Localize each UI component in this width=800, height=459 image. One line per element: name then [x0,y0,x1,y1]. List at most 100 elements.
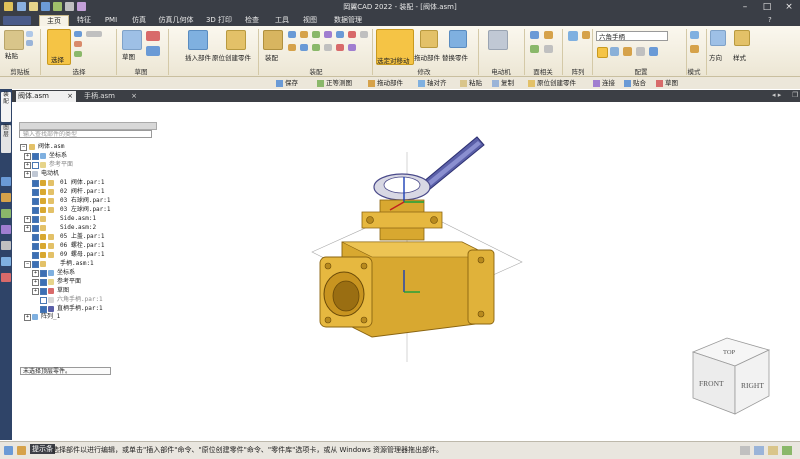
visibility-checkbox[interactable] [32,225,39,232]
help-icon[interactable]: ? [768,16,772,24]
face-offset-icon[interactable] [530,45,539,53]
bolt[interactable] [477,256,485,264]
visibility-checkbox[interactable] [40,306,47,313]
maximize-icon[interactable]: □ [756,0,778,14]
visibility-checkbox[interactable] [32,234,39,241]
tree-item[interactable]: + Side.asm:2 [24,224,154,232]
tree-item[interactable]: + Side.asm:1 [24,215,154,223]
rigid-set-icon[interactable] [336,44,344,51]
tree-item[interactable]: + 参考平面 [24,161,154,169]
tab-data-management[interactable]: 数据管理 [330,15,366,26]
view-cube[interactable]: TOP FRONT RIGHT [685,330,781,422]
connect-icon[interactable] [324,31,332,38]
tree-item[interactable]: 09 螺母.par:1 [32,251,154,259]
expand-icon[interactable]: + [24,225,31,232]
tangent-icon[interactable] [288,44,296,51]
bolt[interactable] [360,316,368,324]
mate-icon[interactable] [288,31,296,38]
cmd-paste[interactable]: 粘贴 [460,78,482,88]
cam-icon[interactable] [300,44,308,51]
face-move-icon[interactable] [544,31,553,39]
gear-icon[interactable] [312,44,320,51]
expand-icon[interactable]: + [24,314,31,321]
select-filter-icon[interactable] [74,31,82,37]
direction-button[interactable] [710,30,726,46]
style-button[interactable] [734,30,750,46]
sketch-button[interactable] [122,30,142,50]
tree-item[interactable]: 03 右球阀.par:1 [32,197,154,205]
tree-item[interactable]: + 坐标系 [24,152,154,160]
tab-features[interactable]: 特征 [73,15,95,26]
side-tab-properties-icon[interactable] [1,193,11,202]
config-show-all-icon[interactable] [623,47,632,56]
tree-item[interactable]: + 电动机 [24,170,154,178]
drag-component-button[interactable] [420,30,438,48]
bolt[interactable] [324,262,332,270]
insert-component-button[interactable] [188,30,208,50]
config-save-icon[interactable] [610,47,619,56]
pattern-icon[interactable] [568,31,578,41]
collapse-icon[interactable]: − [20,144,27,151]
close-icon[interactable]: × [131,91,137,102]
config-display-icon[interactable] [597,47,608,58]
path-icon[interactable] [324,44,332,51]
visibility-checkbox[interactable] [40,288,47,295]
expand-icon[interactable]: + [32,279,39,286]
tab-simulation-geometry[interactable]: 仿真几何体 [155,15,197,26]
doc-tab-handle[interactable]: 手柄.asm × [82,91,140,102]
assemble-button[interactable] [263,30,283,50]
mode-sync-icon[interactable] [690,45,699,53]
ground-icon[interactable] [348,44,356,51]
visibility-checkbox[interactable] [32,198,39,205]
cmd-mate[interactable]: 贴合 [624,78,646,88]
fit-view-icon[interactable] [754,446,764,455]
cmd-save[interactable]: 保存 [276,78,298,88]
expand-icon[interactable]: + [24,216,31,223]
mirror-icon[interactable] [582,31,590,39]
angle-icon[interactable] [336,31,344,38]
expand-icon[interactable]: + [24,171,31,178]
visibility-checkbox[interactable] [32,180,39,187]
side-tab-components-icon[interactable] [1,257,11,266]
face-rotate-icon[interactable] [544,45,553,53]
bolt[interactable] [366,216,374,224]
bolt[interactable] [477,310,485,318]
config-dropdown[interactable]: 六角手柄 [596,31,668,41]
side-tab-layers[interactable]: 图层 [1,125,11,153]
side-tab-sensors-icon[interactable] [1,241,11,250]
tab-simulation[interactable]: 仿真 [128,15,150,26]
tree-root[interactable]: − 阀体.asm [20,143,154,151]
visibility-checkbox[interactable] [32,162,39,169]
component-search-input[interactable]: 输入查找部件的类型 [19,130,152,138]
visibility-checkbox[interactable] [32,243,39,250]
tree-item[interactable]: − 手柄.asm:1 [24,260,154,268]
side-tab-library-icon[interactable] [1,177,11,186]
visibility-checkbox[interactable] [32,252,39,259]
side-tab-family-icon[interactable] [1,273,11,282]
tab-tools[interactable]: 工具 [272,15,292,26]
close-icon[interactable]: × [778,0,800,14]
copy-icon[interactable] [26,40,33,46]
tree-item[interactable]: + 草图 [32,287,154,295]
tree-item[interactable]: + 参考平面 [32,278,154,286]
side-tab-relations-icon[interactable] [1,209,11,218]
tree-item[interactable]: 直柄手柄.par:1 [40,305,154,313]
tab-scroll-icon[interactable]: ◂ ▸ [772,91,781,99]
bolt[interactable] [430,216,438,224]
cmd-inplace-create[interactable]: 原位创建零件 [528,78,576,88]
cmd-axial-align[interactable]: 轴对齐 [418,78,447,88]
visibility-checkbox[interactable] [32,207,39,214]
rectangle-tool-icon[interactable] [146,46,160,56]
bolt[interactable] [360,262,368,270]
side-tab-assembly[interactable]: 装配 [1,92,11,122]
cmd-iso-view[interactable]: 正等测图 [317,78,352,88]
bonnet-flange[interactable] [361,211,443,229]
tree-item[interactable]: 02 阀杆.par:1 [32,188,154,196]
visibility-checkbox[interactable] [32,261,39,268]
side-tab-parts-icon[interactable] [1,225,11,234]
replace-part-button[interactable] [449,30,467,48]
inplace-create-button[interactable] [226,30,246,50]
valve-assembly-model[interactable] [292,132,542,362]
expand-icon[interactable]: + [24,162,31,169]
expand-icon[interactable]: + [32,270,39,277]
